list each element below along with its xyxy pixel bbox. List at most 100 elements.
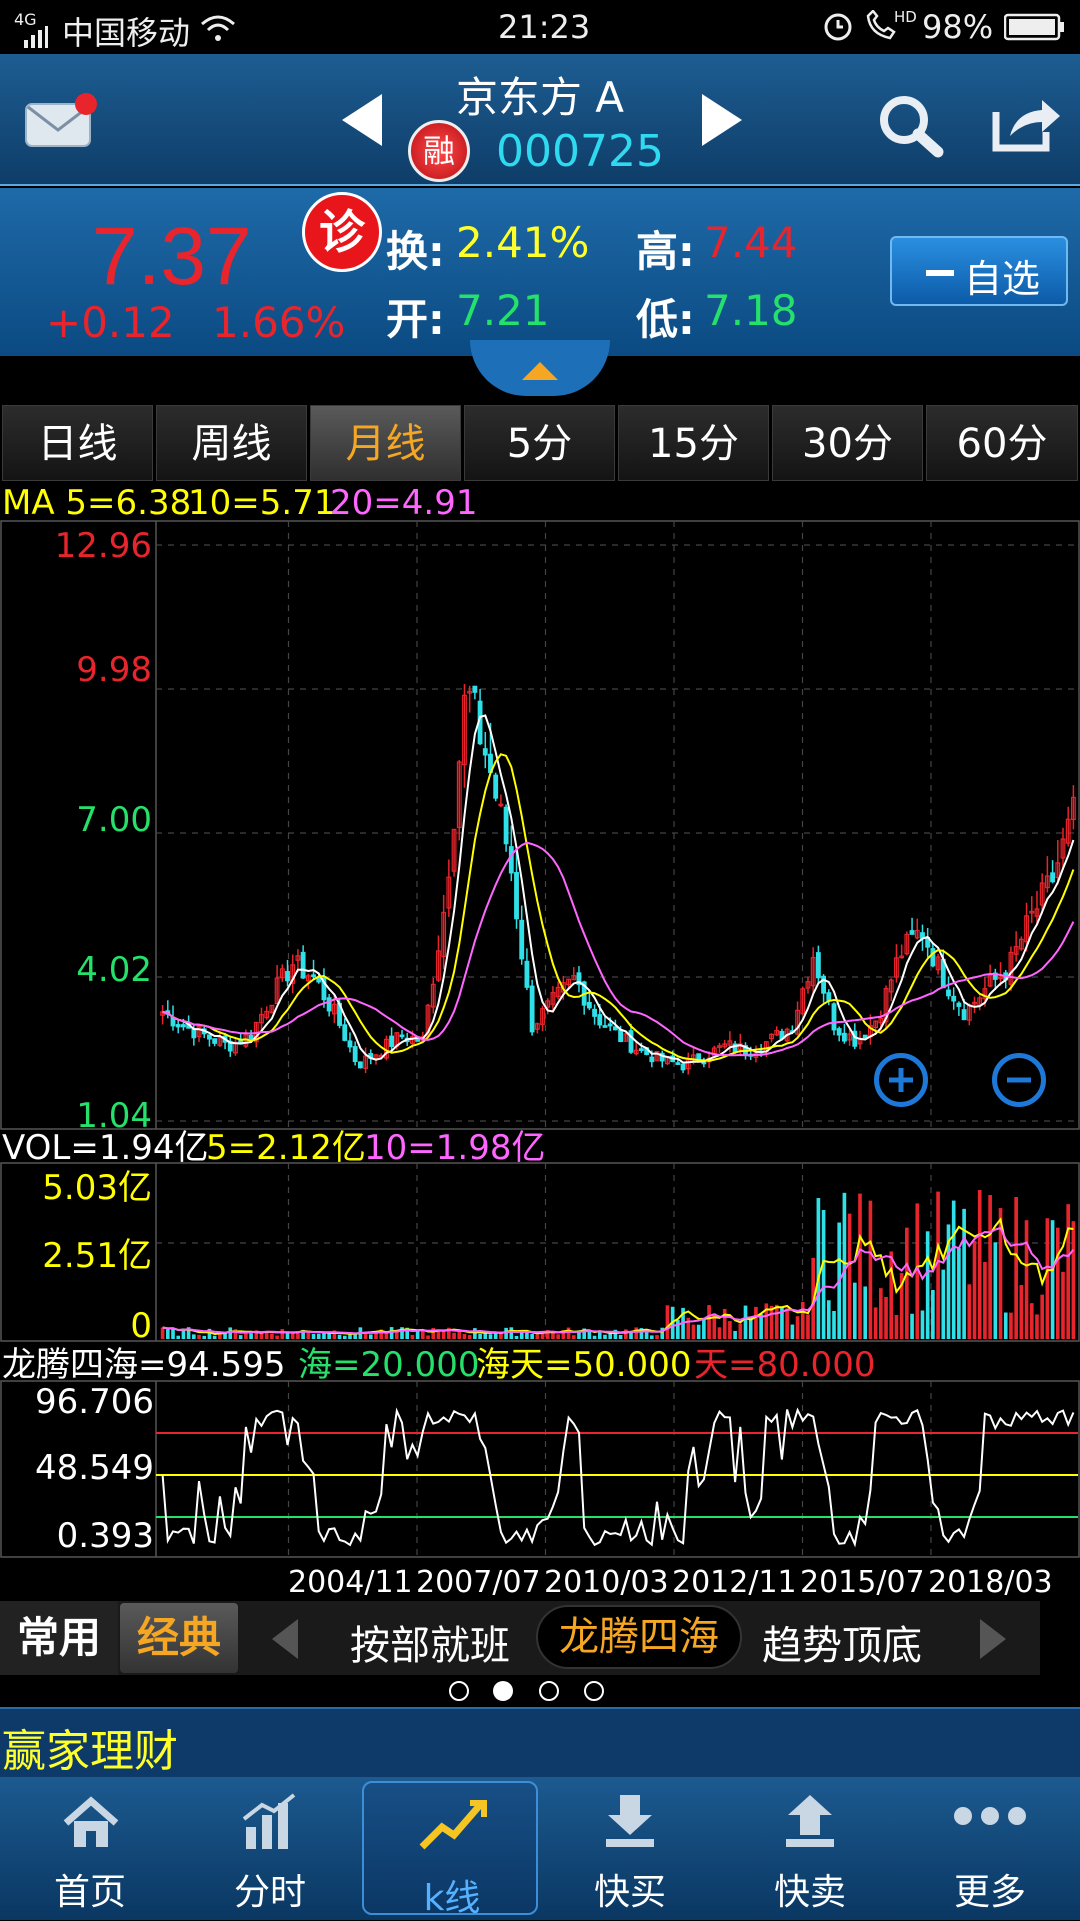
candle-body xyxy=(680,1063,686,1071)
indicator-item[interactable]: 趋势顶底 xyxy=(762,1613,922,1671)
volume-bar xyxy=(394,1331,399,1339)
candle-body xyxy=(649,1056,655,1063)
tab-classic[interactable]: 经典 xyxy=(120,1603,238,1673)
promo-banner[interactable]: 赢家理财 xyxy=(0,1707,1080,1777)
candle-body xyxy=(638,1048,644,1051)
volume-bar xyxy=(1045,1218,1050,1339)
volume-bar xyxy=(821,1209,826,1339)
share-button[interactable] xyxy=(990,94,1064,158)
candle-body xyxy=(180,1024,186,1028)
volume-bar xyxy=(270,1333,274,1339)
next-stock-arrow[interactable] xyxy=(702,94,742,146)
vol10-legend: 10=1.98亿 xyxy=(364,1128,545,1168)
nav-home[interactable]: 首页 xyxy=(0,1777,180,1920)
candle-body xyxy=(607,1023,613,1027)
message-button[interactable] xyxy=(24,92,100,154)
price-axis-label: 9.98 xyxy=(76,650,152,690)
tab-30min[interactable]: 30分 xyxy=(772,405,923,481)
stock-header: 京东方 A 融 000725 xyxy=(0,54,1080,186)
indicator-item-active[interactable]: 龙腾四海 xyxy=(536,1605,742,1669)
nav-quick-sell[interactable]: 快卖 xyxy=(720,1777,900,1920)
kline-chart-area[interactable]: MA 5=6.38 10=5.71 20=4.91 12.96 9.98 7.0… xyxy=(0,481,1080,1601)
volume-bar xyxy=(618,1334,623,1339)
tab-60min[interactable]: 60分 xyxy=(926,405,1078,481)
indicator-item[interactable]: 按部就班 xyxy=(350,1613,510,1671)
open-label: 开: xyxy=(386,295,445,344)
candle-body xyxy=(399,1034,405,1038)
tab-week[interactable]: 周线 xyxy=(156,405,307,481)
volume-bar xyxy=(202,1335,207,1339)
volume-bar xyxy=(192,1334,196,1339)
nav-quick-buy[interactable]: 快买 xyxy=(540,1777,720,1920)
volume-bar xyxy=(452,1332,456,1339)
volume-bar xyxy=(873,1307,878,1339)
collapse-handle[interactable] xyxy=(470,340,610,396)
nav-intraday[interactable]: 分时 xyxy=(180,1777,360,1920)
vol5-legend: 5=2.12亿 xyxy=(206,1128,366,1168)
candle-body xyxy=(508,846,514,874)
volume-bar xyxy=(925,1231,930,1339)
candle-body xyxy=(191,1028,197,1039)
zoom-in-button[interactable] xyxy=(874,1053,928,1107)
volume-bar xyxy=(509,1327,514,1339)
candle-body xyxy=(961,1009,967,1021)
scroll-left-arrow[interactable] xyxy=(272,1619,298,1659)
date-label: 2018/03 xyxy=(928,1565,1053,1600)
tab-common[interactable]: 常用 xyxy=(0,1601,118,1675)
candle-body xyxy=(956,1002,962,1007)
volume-bar xyxy=(665,1305,670,1339)
ma5-legend: MA 5=6.38 xyxy=(2,483,191,523)
page-dot[interactable] xyxy=(584,1681,604,1701)
watchlist-remove-button[interactable]: 自选 xyxy=(890,236,1068,306)
tab-15min[interactable]: 15分 xyxy=(618,405,769,481)
scroll-right-arrow[interactable] xyxy=(980,1619,1006,1659)
volume-bar xyxy=(905,1227,909,1339)
tab-month[interactable]: 月线 xyxy=(310,405,461,481)
zoom-out-button[interactable] xyxy=(992,1053,1046,1107)
nav-more[interactable]: 更多 xyxy=(900,1777,1080,1920)
page-dot-active[interactable] xyxy=(493,1681,513,1701)
tab-day[interactable]: 日线 xyxy=(2,405,153,481)
volume-bar xyxy=(967,1284,972,1339)
volume-bar xyxy=(384,1333,389,1339)
candle-body xyxy=(612,1026,618,1031)
volume-bar xyxy=(795,1316,800,1339)
volume-bar xyxy=(889,1251,894,1339)
volume-bar xyxy=(566,1327,571,1339)
indicator-axis-label: 48.549 xyxy=(35,1448,154,1488)
price-axis-label: 4.02 xyxy=(76,950,152,990)
page-dot[interactable] xyxy=(449,1681,469,1701)
high-label: 高: xyxy=(636,227,695,276)
call-icon xyxy=(864,9,898,50)
low-value: 7.18 xyxy=(704,286,798,335)
volume-bar xyxy=(316,1333,321,1339)
candle-body xyxy=(675,1062,681,1065)
nav-label: k线 xyxy=(423,1878,481,1919)
volume-bar xyxy=(738,1323,743,1339)
volume-bar xyxy=(197,1334,201,1339)
volume-bar xyxy=(348,1334,352,1339)
tab-5min[interactable]: 5分 xyxy=(464,405,615,481)
volume-bar xyxy=(863,1286,868,1339)
open-value: 7.21 xyxy=(456,286,550,335)
search-button[interactable] xyxy=(876,92,948,162)
trend-line-icon xyxy=(419,1800,487,1850)
volume-bar xyxy=(972,1240,977,1339)
prev-stock-arrow[interactable] xyxy=(342,94,382,146)
volume-bar xyxy=(785,1308,789,1339)
volume-bar xyxy=(519,1332,524,1339)
turnover-label: 换: xyxy=(386,227,445,276)
carrier-name: 中国移动 xyxy=(62,14,191,52)
nav-kline[interactable]: k线 xyxy=(362,1781,538,1919)
volume-bar xyxy=(983,1261,987,1339)
watchlist-label: 自选 xyxy=(964,257,1041,301)
page-dot[interactable] xyxy=(539,1681,559,1701)
volume-bar xyxy=(691,1324,696,1339)
volume-bar xyxy=(832,1310,836,1339)
share-icon xyxy=(992,100,1060,152)
vol-axis-label: 5.03亿 xyxy=(42,1168,152,1208)
candle-body xyxy=(347,1040,353,1048)
diagnosis-badge[interactable]: 诊 xyxy=(302,192,382,272)
volume-bar xyxy=(1061,1271,1065,1339)
candle-body xyxy=(826,992,832,1001)
